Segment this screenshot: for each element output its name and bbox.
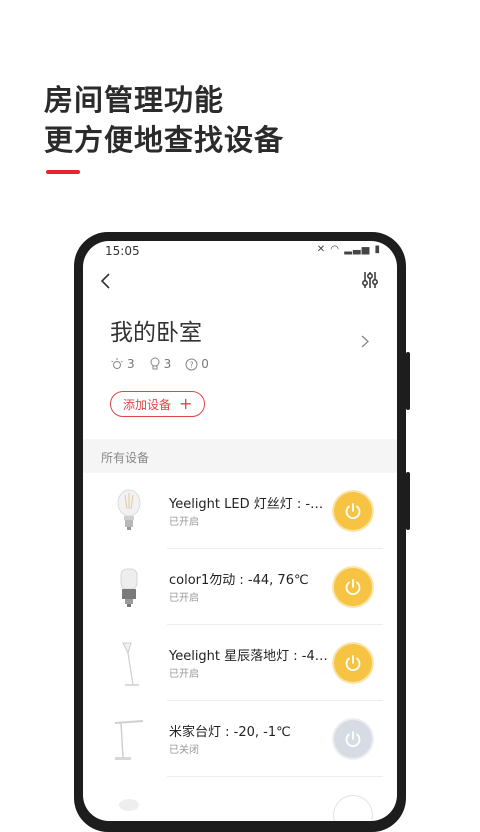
device-state: 已开启 xyxy=(169,593,199,604)
list-item[interactable] xyxy=(83,777,397,821)
svg-text:?: ? xyxy=(190,360,194,369)
headline-line-2: 更方便地查找设备 xyxy=(44,123,285,157)
stat-bulbs-count: 3 xyxy=(163,357,172,371)
device-state: 已关闭 xyxy=(169,745,199,756)
unknown-device-icon: ? xyxy=(185,358,198,370)
back-button[interactable] xyxy=(99,271,111,295)
device-name: 米家台灯 : -20, -1℃ xyxy=(169,725,291,740)
list-item[interactable]: Yeelight LED 灯丝灯 : -44, 76℃ 已开启 xyxy=(83,473,397,549)
headline: 房间管理功能 更方便地查找设备 xyxy=(44,80,284,160)
device-name: color1勿动 : -44, 76℃ xyxy=(169,573,309,588)
phone-screen: 15:05 ✕ ◠ ▂▃▅ ▮ 我的卧室 3 3 ? 0 添加设备 + 所有设备… xyxy=(83,241,397,821)
plus-icon: + xyxy=(179,394,193,413)
section-header: 所有设备 xyxy=(83,439,397,473)
chevron-left-icon xyxy=(100,273,110,289)
add-device-button[interactable]: 添加设备 + xyxy=(110,391,206,417)
device-state: 已开启 xyxy=(169,517,199,528)
chevron-right-icon xyxy=(361,335,369,348)
settings-button[interactable] xyxy=(361,271,379,289)
phone-side-button xyxy=(406,352,410,410)
phone-side-button xyxy=(406,472,410,530)
power-icon xyxy=(345,579,361,596)
add-device-label: 添加设备 xyxy=(123,397,172,412)
section-label: 所有设备 xyxy=(101,451,150,465)
status-bar: 15:05 ✕ ◠ ▂▃▅ ▮ xyxy=(83,241,397,263)
stat-lights-count: 3 xyxy=(127,357,135,371)
status-icons: ✕ ◠ ▂▃▅ ▮ xyxy=(317,244,381,255)
list-item[interactable]: color1勿动 : -44, 76℃ 已开启 xyxy=(83,549,397,625)
list-item[interactable]: Yeelight 星辰落地灯 : -44, 76℃ 已开启 xyxy=(83,625,397,701)
device-list: Yeelight LED 灯丝灯 : -44, 76℃ 已开启 color1勿动… xyxy=(83,473,397,821)
room-title[interactable]: 我的卧室 xyxy=(110,313,202,347)
room-stats: 3 3 ? 0 xyxy=(110,357,209,371)
accent-bar xyxy=(46,170,80,174)
device-name: Yeelight 星辰落地灯 : -44, 76℃ xyxy=(169,649,329,664)
power-toggle[interactable] xyxy=(334,568,372,606)
device-name: Yeelight LED 灯丝灯 : -44, 76℃ xyxy=(169,497,329,512)
stat-bulbs: 3 xyxy=(149,357,172,371)
battery-icon: ▮ xyxy=(374,244,381,255)
bulb-icon xyxy=(150,357,160,370)
power-toggle[interactable] xyxy=(334,720,372,758)
power-icon xyxy=(345,731,361,748)
filament-bulb-image xyxy=(101,483,157,539)
color-bulb-image xyxy=(101,559,157,615)
device-image xyxy=(101,787,157,821)
power-icon xyxy=(345,655,361,672)
stat-lights: 3 xyxy=(110,357,135,371)
list-item[interactable]: 米家台灯 : -20, -1℃ 已关闭 xyxy=(83,701,397,777)
power-toggle[interactable] xyxy=(334,492,372,530)
floor-lamp-image xyxy=(101,635,157,691)
phone-frame: 15:05 ✕ ◠ ▂▃▅ ▮ 我的卧室 3 3 ? 0 添加设备 + 所有设备… xyxy=(74,232,410,832)
power-icon xyxy=(345,503,361,520)
stat-unknown-count: 0 xyxy=(201,357,209,371)
device-state: 已开启 xyxy=(169,669,199,680)
headline-line-1: 房间管理功能 xyxy=(44,83,225,117)
stat-unknown: ? 0 xyxy=(185,357,209,371)
light-icon xyxy=(111,358,123,369)
room-detail-button[interactable] xyxy=(361,333,369,352)
status-time: 15:05 xyxy=(105,244,140,258)
desk-lamp-image xyxy=(101,711,157,767)
power-toggle[interactable] xyxy=(334,644,372,682)
mute-icon: ✕ xyxy=(316,244,327,255)
sliders-icon xyxy=(362,272,378,288)
wifi-icon: ◠ xyxy=(330,244,341,255)
signal-icon: ▂▃▅ xyxy=(344,244,371,255)
